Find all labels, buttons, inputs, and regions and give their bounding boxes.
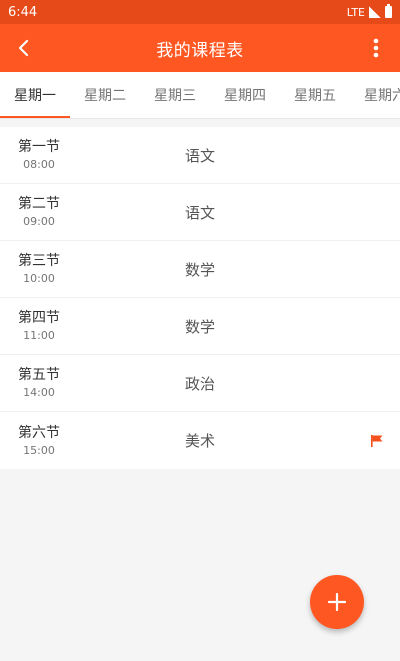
page-title: 我的课程表 bbox=[156, 40, 244, 61]
period-cell: 第二节 09:00 bbox=[0, 195, 78, 229]
chevron-left-icon bbox=[18, 39, 29, 57]
period-cell: 第五节 14:00 bbox=[0, 366, 78, 400]
day-tabs: 星期一 星期二 星期三 星期四 星期五 星期六 bbox=[0, 72, 400, 119]
app-root: 6:44 LTE 我的课程表 星期一 星期二 星期三 星期四 星期五 星期六 bbox=[0, 0, 400, 661]
schedule-row[interactable]: 第一节 08:00 语文 bbox=[0, 127, 400, 184]
period-name: 第三节 bbox=[18, 253, 60, 269]
plus-icon bbox=[328, 593, 346, 611]
period-name: 第五节 bbox=[18, 367, 60, 383]
period-time: 15:00 bbox=[23, 443, 55, 457]
period-time: 09:00 bbox=[23, 215, 55, 228]
period-cell: 第四节 11:00 bbox=[0, 309, 78, 343]
add-course-button[interactable] bbox=[310, 575, 364, 629]
period-time: 08:00 bbox=[23, 158, 55, 171]
period-cell: 第六节 15:00 bbox=[0, 424, 78, 458]
period-name: 第一节 bbox=[18, 139, 60, 155]
toolbar: 我的课程表 bbox=[0, 24, 400, 72]
period-time: 10:00 bbox=[23, 272, 55, 285]
tab-friday[interactable]: 星期五 bbox=[280, 72, 350, 118]
period-time: 14:00 bbox=[23, 386, 55, 399]
tab-saturday[interactable]: 星期六 bbox=[350, 72, 400, 118]
signal-icon bbox=[369, 6, 381, 18]
period-time: 11:00 bbox=[23, 329, 55, 342]
tab-tuesday[interactable]: 星期二 bbox=[70, 72, 140, 118]
period-name: 第四节 bbox=[18, 310, 60, 326]
period-cell: 第三节 10:00 bbox=[0, 252, 78, 286]
status-icons: LTE bbox=[346, 4, 392, 19]
period-cell: 第一节 08:00 bbox=[0, 138, 78, 172]
period-name: 第二节 bbox=[18, 196, 60, 212]
status-time: 6:44 bbox=[8, 4, 38, 20]
flag-icon[interactable] bbox=[370, 434, 384, 448]
more-options-button[interactable] bbox=[362, 34, 390, 62]
schedule-row[interactable]: 第三节 10:00 数学 bbox=[0, 241, 400, 298]
tab-monday[interactable]: 星期一 bbox=[0, 72, 70, 118]
tab-thursday[interactable]: 星期四 bbox=[210, 72, 280, 118]
schedule-row[interactable]: 第六节 15:00 美术 bbox=[0, 412, 400, 469]
more-vert-icon bbox=[373, 38, 379, 58]
schedule-row[interactable]: 第四节 11:00 数学 bbox=[0, 298, 400, 355]
period-name: 第六节 bbox=[18, 424, 60, 441]
schedule-list: 第一节 08:00 语文 第二节 09:00 语文 第三节 10:00 数学 第… bbox=[0, 127, 400, 469]
battery-icon bbox=[385, 4, 392, 18]
status-bar: 6:44 LTE bbox=[0, 0, 400, 24]
back-button[interactable] bbox=[10, 34, 38, 62]
tab-wednesday[interactable]: 星期三 bbox=[140, 72, 210, 118]
schedule-row[interactable]: 第五节 14:00 政治 bbox=[0, 355, 400, 412]
network-type: LTE bbox=[346, 5, 365, 19]
schedule-row[interactable]: 第二节 09:00 语文 bbox=[0, 184, 400, 241]
